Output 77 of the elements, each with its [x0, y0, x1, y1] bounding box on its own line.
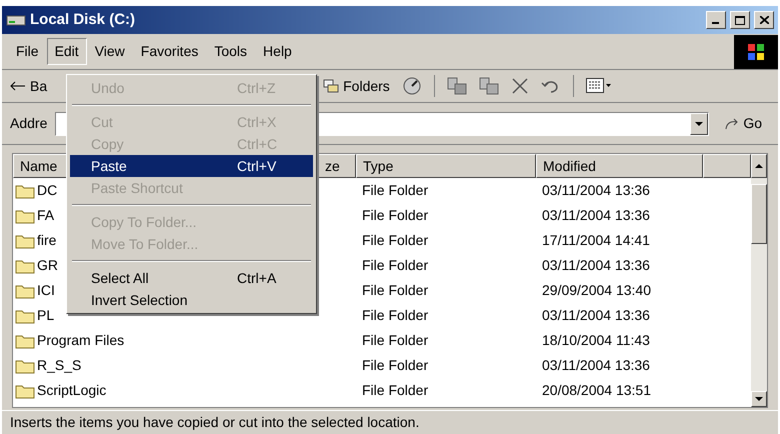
- status-text: Inserts the items you have copied or cut into the selected location.: [10, 413, 420, 432]
- caret-icon: [695, 122, 704, 126]
- menu-item[interactable]: Help: [255, 38, 300, 65]
- close-button[interactable]: [754, 11, 774, 29]
- modified-cell-text: 29/09/2004 13:40: [541, 281, 652, 300]
- go-button[interactable]: Go: [717, 113, 770, 134]
- file-name[interactable]: Program Files: [37, 330, 124, 351]
- delete-icon[interactable]: [510, 77, 529, 95]
- type-cell-text: File Folder: [361, 281, 430, 300]
- folder-icon: [15, 258, 35, 274]
- menu-item[interactable]: Favorites: [132, 38, 206, 65]
- up-arrow-icon: [755, 164, 763, 168]
- type-cell-text: File Folder: [361, 231, 430, 250]
- modified-cell-text: 03/11/2004 13:36: [541, 206, 651, 225]
- type-cell-text: File Folder: [361, 356, 430, 375]
- file-name[interactable]: FA: [37, 205, 54, 226]
- folder-icon: [15, 208, 35, 224]
- windows-logo-icon: [734, 34, 778, 68]
- history-clock-icon[interactable]: [402, 76, 422, 96]
- modified-cell-text: 17/11/2004 14:41: [541, 231, 651, 250]
- folder-icon: [15, 382, 35, 398]
- scroll-thumb[interactable]: [751, 184, 767, 244]
- down-arrow-icon: [755, 397, 763, 401]
- file-name[interactable]: ICI: [37, 280, 55, 301]
- menu-item[interactable]: Tools: [206, 38, 256, 65]
- folder-icon: [15, 358, 35, 374]
- file-name[interactable]: PL: [37, 305, 54, 326]
- type-cell-text: File Folder: [361, 306, 430, 325]
- modified-cell-text: 03/11/2004 13:36: [541, 181, 651, 200]
- minimize-button[interactable]: [706, 11, 726, 29]
- window-title: Local Disk (C:): [30, 10, 136, 30]
- menu-item[interactable]: Edit: [46, 38, 87, 65]
- maximize-icon: [735, 16, 745, 24]
- folder-icon: [15, 308, 35, 324]
- file-name[interactable]: R_S_S: [37, 355, 82, 376]
- type-cell-text: File Folder: [361, 381, 430, 400]
- folder-icon: [15, 182, 35, 198]
- modified-cell-text: 20/08/2004 13:51: [541, 381, 652, 400]
- folders-button[interactable]: Folders: [323, 76, 390, 96]
- column-header[interactable]: Type: [356, 154, 536, 178]
- modified-cell-text: 03/11/2004 13:36: [541, 256, 651, 275]
- scroll-down-button[interactable]: [751, 391, 767, 407]
- column-header[interactable]: [703, 154, 751, 178]
- menu-item[interactable]: File: [8, 38, 47, 65]
- menu-entry[interactable]: Invert Selection: [70, 289, 313, 311]
- back-arrow-icon: [10, 81, 26, 91]
- modified-cell-text: 03/11/2004 13:36: [541, 356, 651, 375]
- type-cell-text: File Folder: [361, 206, 430, 225]
- menu-item[interactable]: View: [86, 38, 133, 65]
- folder-icon: [15, 332, 35, 348]
- folders-icon: [323, 79, 340, 93]
- drive-icon: [6, 14, 26, 26]
- views-icon[interactable]: [586, 78, 612, 94]
- file-name[interactable]: ScriptLogic: [37, 380, 106, 401]
- file-name[interactable]: DC: [37, 180, 58, 201]
- type-cell-text: File Folder: [361, 181, 430, 200]
- move-to-icon[interactable]: [446, 77, 467, 95]
- menu-entry[interactable]: Select All Ctrl+A: [70, 267, 313, 289]
- file-name[interactable]: GR: [37, 255, 58, 276]
- address-label: Addre: [10, 114, 48, 133]
- type-cell-text: File Folder: [361, 256, 430, 275]
- dropdown-button[interactable]: [690, 112, 708, 134]
- copy-to-icon[interactable]: [478, 77, 499, 95]
- folder-icon: [15, 232, 35, 248]
- back-button[interactable]: Ba: [10, 76, 48, 96]
- close-icon: [760, 16, 768, 24]
- maximize-button[interactable]: [730, 11, 750, 29]
- type-cell-text: File Folder: [361, 331, 430, 350]
- column-header[interactable]: ze: [318, 154, 356, 178]
- modified-cell-text: 18/10/2004 11:43: [541, 331, 651, 350]
- scroll-up-button[interactable]: [751, 154, 767, 178]
- folder-icon: [15, 282, 35, 298]
- menu-entry[interactable]: Paste Ctrl+V: [70, 155, 313, 177]
- go-arrow-icon: [725, 118, 740, 130]
- column-header[interactable]: Modified: [536, 154, 703, 178]
- modified-cell-text: 03/11/2004 13:36: [541, 306, 651, 325]
- file-name[interactable]: fire: [37, 230, 56, 251]
